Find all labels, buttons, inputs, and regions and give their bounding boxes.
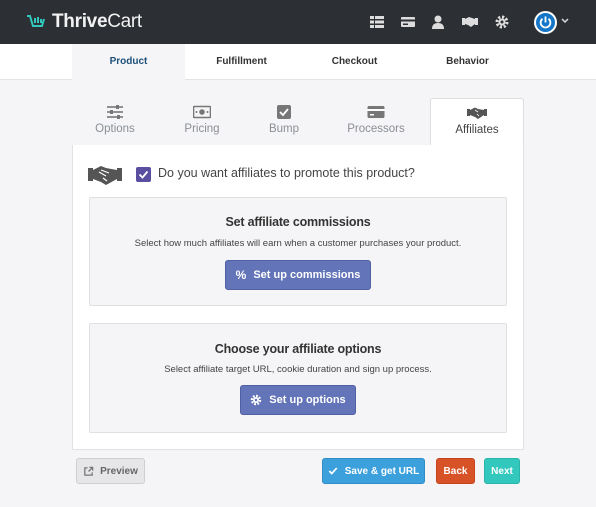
subtab-pricing[interactable]: Pricing — [158, 98, 246, 144]
tab-product[interactable]: Product — [72, 44, 185, 80]
back-button[interactable]: Back — [436, 458, 475, 484]
setup-commissions-label: Set up commissions — [253, 269, 361, 281]
percent-icon: % — [235, 268, 247, 282]
power-icon — [539, 16, 552, 29]
next-button[interactable]: Next — [484, 458, 520, 484]
subtab-processors-label: Processors — [347, 123, 405, 135]
main-tabs: Product Fulfillment Checkout Behavior — [0, 44, 596, 80]
promote-affiliates-checkbox[interactable] — [136, 167, 151, 182]
setup-options-label: Set up options — [269, 394, 346, 406]
subtab-bump[interactable]: Bump — [246, 98, 322, 144]
chevron-down-icon[interactable] — [561, 18, 569, 24]
check-icon — [328, 467, 338, 475]
user-icon[interactable] — [430, 14, 446, 30]
subtab-affiliates-label: Affiliates — [455, 124, 499, 136]
save-get-url-label: Save & get URL — [344, 465, 420, 477]
preview-label: Preview — [100, 465, 138, 477]
handshake-icon[interactable] — [461, 14, 479, 30]
money-icon — [193, 105, 211, 119]
handshake-icon — [88, 166, 122, 185]
subtab-processors[interactable]: Processors — [322, 98, 430, 144]
commissions-description: Select how much affiliates will earn whe… — [134, 238, 462, 249]
affiliate-options-title: Choose your affiliate options — [214, 342, 382, 356]
cart-logo-icon — [27, 15, 45, 27]
credit-card-icon — [367, 106, 385, 118]
sliders-icon — [107, 105, 123, 119]
promote-affiliates-row: Do you want affiliates to promote this p… — [88, 162, 488, 186]
external-link-icon — [84, 466, 94, 476]
gear-icon[interactable] — [494, 14, 510, 30]
check-icon — [138, 170, 149, 179]
subtab-affiliates[interactable]: Affiliates — [430, 98, 524, 146]
gear-icon — [251, 394, 262, 406]
grid-icon[interactable] — [369, 14, 385, 30]
credit-card-icon[interactable] — [400, 14, 416, 30]
tab-behavior[interactable]: Behavior — [411, 44, 524, 80]
subtab-pricing-label: Pricing — [184, 123, 220, 135]
tab-checkout[interactable]: Checkout — [298, 44, 411, 80]
logo-text-rest: Cart — [107, 11, 142, 32]
subtab-options-label: Options — [95, 123, 135, 135]
setup-commissions-button[interactable]: % Set up commissions — [225, 260, 371, 290]
thrivecart-logo[interactable]: ThriveCart — [26, 11, 142, 33]
commissions-card: Set affiliate commissions Select how muc… — [89, 197, 507, 306]
power-account-button[interactable] — [534, 11, 557, 34]
handshake-icon — [467, 107, 487, 119]
top-navbar: ThriveCart — [0, 0, 596, 44]
commissions-title: Set affiliate commissions — [225, 215, 371, 229]
affiliate-options-description: Select affiliate target URL, cookie dura… — [164, 364, 432, 375]
check-square-icon — [277, 105, 291, 119]
save-get-url-button[interactable]: Save & get URL — [322, 458, 425, 484]
promote-affiliates-label: Do you want affiliates to promote this p… — [158, 166, 415, 180]
affiliate-options-card: Choose your affiliate options Select aff… — [89, 323, 507, 433]
setup-options-button[interactable]: Set up options — [240, 385, 356, 415]
subtab-bump-label: Bump — [268, 123, 300, 135]
logo-text-bold: Thrive — [52, 11, 108, 32]
subtab-options[interactable]: Options — [72, 98, 158, 144]
tab-fulfillment[interactable]: Fulfillment — [185, 44, 298, 80]
preview-button[interactable]: Preview — [76, 458, 145, 484]
